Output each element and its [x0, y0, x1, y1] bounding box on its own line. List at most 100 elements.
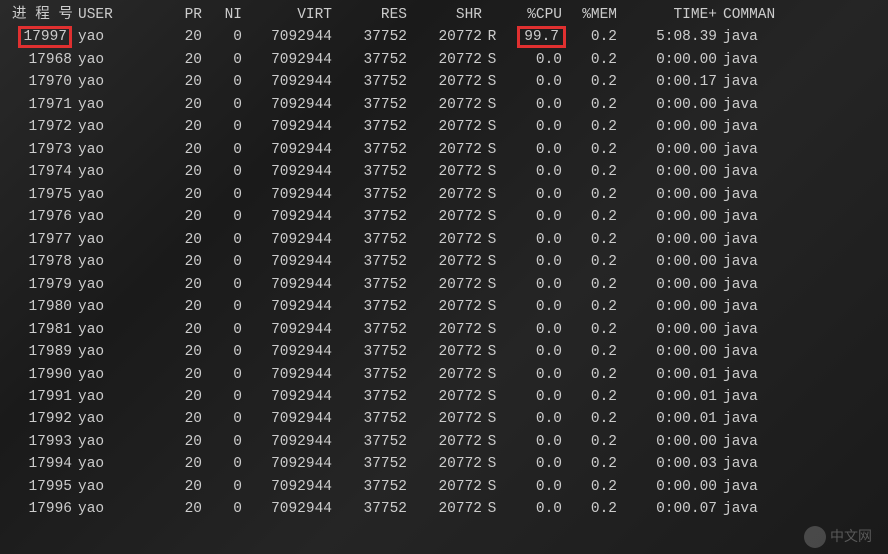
cell-pr: 20 — [122, 408, 202, 430]
watermark-text: 中文网 — [830, 528, 872, 544]
cell-s: S — [482, 251, 502, 273]
cell-res: 37752 — [332, 49, 407, 71]
header-res[interactable]: RES — [332, 4, 407, 26]
header-command[interactable]: COMMAN — [717, 4, 787, 26]
table-row[interactable]: 17979yao20070929443775220772S0.00.20:00.… — [0, 274, 888, 296]
header-pr[interactable]: PR — [122, 4, 202, 26]
table-row[interactable]: 17981yao20070929443775220772S0.00.20:00.… — [0, 319, 888, 341]
highlight-pid: 17997 — [18, 26, 72, 48]
cell-pid: 17991 — [12, 386, 72, 408]
cell-user: yao — [72, 476, 122, 498]
cell-user: yao — [72, 364, 122, 386]
cell-s: S — [482, 431, 502, 453]
table-row[interactable]: 17973yao20070929443775220772S0.00.20:00.… — [0, 139, 888, 161]
cell-time: 0:00.01 — [617, 386, 717, 408]
cell-user: yao — [72, 408, 122, 430]
cell-mem: 0.2 — [562, 319, 617, 341]
cell-mem: 0.2 — [562, 364, 617, 386]
table-row[interactable]: 17978yao20070929443775220772S0.00.20:00.… — [0, 251, 888, 273]
cell-pid: 17989 — [12, 341, 72, 363]
cell-mem: 0.2 — [562, 206, 617, 228]
cell-res: 37752 — [332, 319, 407, 341]
cell-pr: 20 — [122, 476, 202, 498]
cell-res: 37752 — [332, 431, 407, 453]
cell-pid: 17974 — [12, 161, 72, 183]
cell-time: 0:00.17 — [617, 71, 717, 93]
cell-command: java — [717, 26, 787, 48]
header-user[interactable]: USER — [72, 4, 122, 26]
cell-cpu: 0.0 — [502, 296, 562, 318]
cell-pr: 20 — [122, 251, 202, 273]
table-row[interactable]: 17997yao20070929443775220772R99.70.25:08… — [0, 26, 888, 48]
cell-user: yao — [72, 161, 122, 183]
table-row[interactable]: 17990yao20070929443775220772S0.00.20:00.… — [0, 364, 888, 386]
cell-res: 37752 — [332, 476, 407, 498]
header-cpu[interactable]: %CPU — [502, 4, 562, 26]
table-row[interactable]: 17989yao20070929443775220772S0.00.20:00.… — [0, 341, 888, 363]
cell-virt: 7092944 — [242, 476, 332, 498]
table-row[interactable]: 17976yao20070929443775220772S0.00.20:00.… — [0, 206, 888, 228]
cell-virt: 7092944 — [242, 364, 332, 386]
table-row[interactable]: 17996yao20070929443775220772S0.00.20:00.… — [0, 498, 888, 520]
table-row[interactable]: 17968yao20070929443775220772S0.00.20:00.… — [0, 49, 888, 71]
table-row[interactable]: 17977yao20070929443775220772S0.00.20:00.… — [0, 229, 888, 251]
highlight-cpu: 99.7 — [517, 26, 566, 48]
table-row[interactable]: 17974yao20070929443775220772S0.00.20:00.… — [0, 161, 888, 183]
table-header[interactable]: 进 程 号USERPRNIVIRTRESSHR %CPU%MEMTIME+COMM… — [0, 4, 888, 26]
cell-s: S — [482, 476, 502, 498]
cell-command: java — [717, 341, 787, 363]
cell-command: java — [717, 49, 787, 71]
cell-mem: 0.2 — [562, 116, 617, 138]
cell-s: S — [482, 386, 502, 408]
cell-time: 0:00.00 — [617, 274, 717, 296]
cell-mem: 0.2 — [562, 161, 617, 183]
cell-shr: 20772 — [407, 251, 482, 273]
header-mem[interactable]: %MEM — [562, 4, 617, 26]
table-row[interactable]: 17994yao20070929443775220772S0.00.20:00.… — [0, 453, 888, 475]
cell-s: S — [482, 184, 502, 206]
cell-pid: 17979 — [12, 274, 72, 296]
cell-virt: 7092944 — [242, 206, 332, 228]
header-time[interactable]: TIME+ — [617, 4, 717, 26]
table-row[interactable]: 17992yao20070929443775220772S0.00.20:00.… — [0, 408, 888, 430]
cell-user: yao — [72, 431, 122, 453]
cell-user: yao — [72, 274, 122, 296]
header-pid[interactable]: 进 程 号 — [12, 4, 72, 26]
cell-pid: 17990 — [12, 364, 72, 386]
cell-command: java — [717, 206, 787, 228]
table-row[interactable]: 17991yao20070929443775220772S0.00.20:00.… — [0, 386, 888, 408]
header-virt[interactable]: VIRT — [242, 4, 332, 26]
cell-ni: 0 — [202, 26, 242, 48]
cell-pr: 20 — [122, 453, 202, 475]
cell-time: 0:00.00 — [617, 296, 717, 318]
cell-command: java — [717, 251, 787, 273]
php-logo-icon — [804, 526, 826, 548]
cell-ni: 0 — [202, 498, 242, 520]
table-row[interactable]: 17975yao20070929443775220772S0.00.20:00.… — [0, 184, 888, 206]
table-row[interactable]: 17980yao20070929443775220772S0.00.20:00.… — [0, 296, 888, 318]
cell-pid: 17975 — [12, 184, 72, 206]
cell-ni: 0 — [202, 161, 242, 183]
cell-res: 37752 — [332, 206, 407, 228]
table-row[interactable]: 17993yao20070929443775220772S0.00.20:00.… — [0, 431, 888, 453]
table-row[interactable]: 17995yao20070929443775220772S0.00.20:00.… — [0, 476, 888, 498]
cell-user: yao — [72, 71, 122, 93]
header-ni[interactable]: NI — [202, 4, 242, 26]
header-shr[interactable]: SHR — [407, 4, 482, 26]
table-row[interactable]: 17972yao20070929443775220772S0.00.20:00.… — [0, 116, 888, 138]
cell-user: yao — [72, 49, 122, 71]
cell-time: 5:08.39 — [617, 26, 717, 48]
cell-cpu: 0.0 — [502, 319, 562, 341]
table-row[interactable]: 17970yao20070929443775220772S0.00.20:00.… — [0, 71, 888, 93]
cell-shr: 20772 — [407, 431, 482, 453]
cell-virt: 7092944 — [242, 386, 332, 408]
header-s[interactable] — [482, 4, 502, 26]
cell-pr: 20 — [122, 206, 202, 228]
cell-cpu: 0.0 — [502, 341, 562, 363]
cell-virt: 7092944 — [242, 319, 332, 341]
cell-command: java — [717, 364, 787, 386]
table-row[interactable]: 17971yao20070929443775220772S0.00.20:00.… — [0, 94, 888, 116]
cell-shr: 20772 — [407, 408, 482, 430]
cell-pr: 20 — [122, 161, 202, 183]
cell-virt: 7092944 — [242, 116, 332, 138]
